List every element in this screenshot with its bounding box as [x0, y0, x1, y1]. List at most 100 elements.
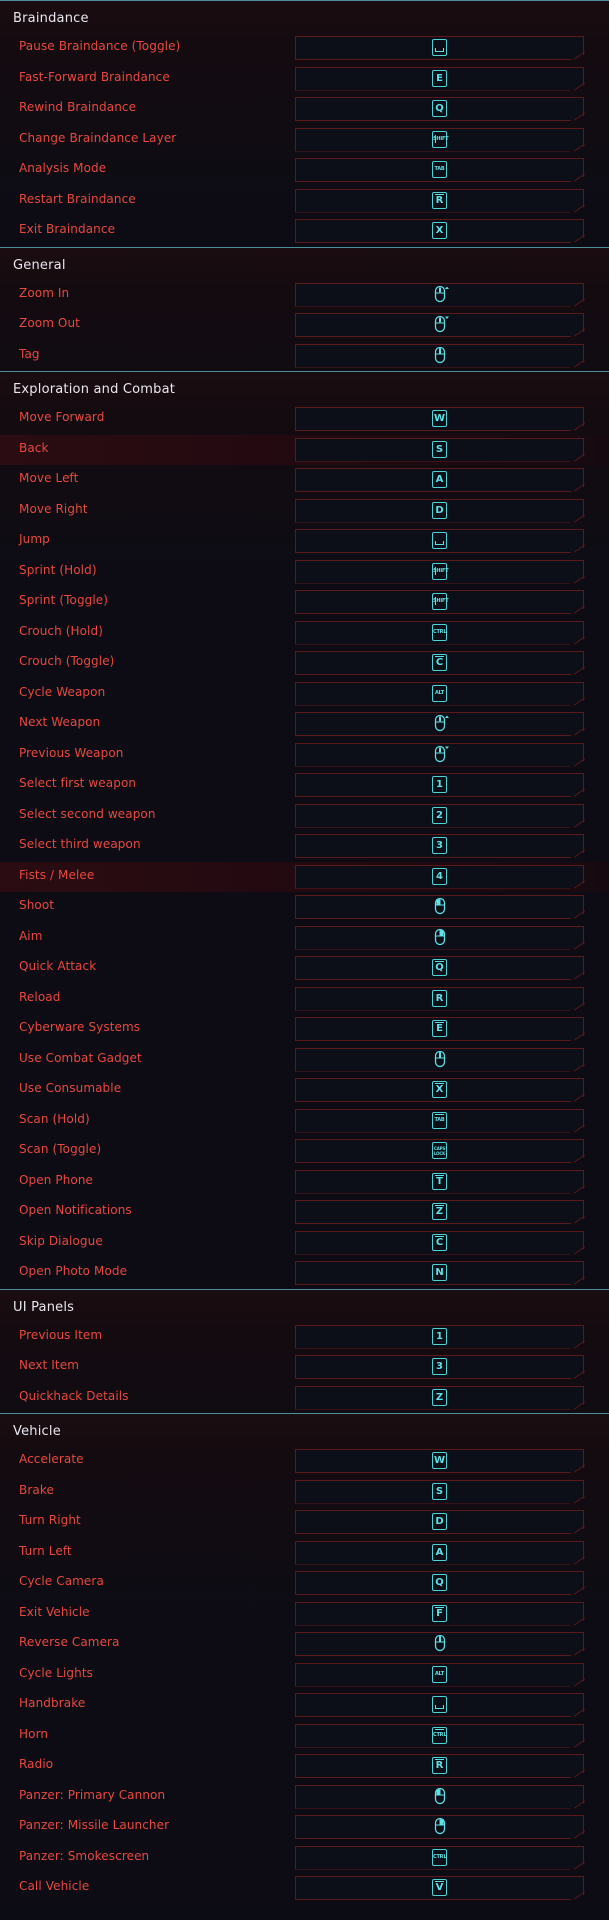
binding-row-move-forward[interactable]: Move Forward W [0, 404, 609, 435]
binding-row-quick-attack[interactable]: Quick Attack Q [0, 953, 609, 984]
binding-row-aim[interactable]: Aim [0, 923, 609, 954]
binding-row-rewind-braindance[interactable]: Rewind Braindance Q [0, 94, 609, 125]
binding-row-turn-left[interactable]: Turn Left A [0, 1538, 609, 1569]
binding-label: Next Weapon [19, 715, 101, 729]
binding-row-skip-dialogue[interactable]: Skip Dialogue C [0, 1228, 609, 1259]
binding-row-select-third-weapon[interactable]: Select third weapon 3 [0, 831, 609, 862]
binding-label: Horn [19, 1726, 49, 1741]
binding-label: Exit Braindance [19, 222, 116, 236]
binding-row-reload[interactable]: Reload R [0, 984, 609, 1015]
mouse-wheel-up-icon [434, 285, 449, 302]
binding-label: Fists / Melee [19, 867, 95, 882]
binding-row-horn[interactable]: Horn CTRL [0, 1721, 609, 1752]
binding-row-exit-braindance[interactable]: Exit Braindance X [0, 216, 609, 247]
binding-row-radio[interactable]: Radio R [0, 1751, 609, 1782]
binding-row-analysis-mode[interactable]: Analysis Mode TAB [0, 155, 609, 186]
binding-row-handbrake[interactable]: Handbrake [0, 1690, 609, 1721]
section-general: General Zoom In Zoom Out Tag [0, 246, 609, 372]
binding-row-zoom-in[interactable]: Zoom In [0, 280, 609, 311]
binding-row-reverse-camera[interactable]: Reverse Camera [0, 1629, 609, 1660]
binding-row-select-first-weapon[interactable]: Select first weapon 1 [0, 770, 609, 801]
binding-row-brake[interactable]: Brake S [0, 1477, 609, 1508]
keycap-icon: W [432, 1452, 447, 1469]
keycap-icon: D [432, 501, 447, 519]
binding-row-pause-braindance-toggle[interactable]: Pause Braindance (Toggle) [0, 33, 609, 64]
binding-row-quickhack-details[interactable]: Quickhack Details Z [0, 1383, 609, 1414]
spacebar-key-icon [432, 39, 447, 56]
section-header: Vehicle [0, 1413, 609, 1446]
binding-label: Zoom Out [19, 316, 80, 330]
binding-label: Open Photo Mode [19, 1264, 128, 1278]
binding-row-cyberware-systems[interactable]: Cyberware Systems E [0, 1014, 609, 1045]
binding-row-panzer-smokescreen[interactable]: Panzer: Smokescreen CTRL [0, 1843, 609, 1874]
mouse-wheel-down-icon [434, 745, 449, 762]
binding-row-panzer-primary-cannon[interactable]: Panzer: Primary Cannon [0, 1782, 609, 1813]
binding-row-change-braindance-layer[interactable]: Change Braindance Layer SHIFT [0, 125, 609, 156]
section-header: Exploration and Combat [0, 371, 609, 404]
binding-label: Sprint (Toggle) [19, 593, 109, 607]
keycap-icon: 1 [432, 1327, 447, 1345]
binding-label: Jump [19, 532, 50, 546]
binding-row-crouch-toggle[interactable]: Crouch (Toggle) C [0, 648, 609, 679]
binding-row-accelerate[interactable]: Accelerate W [0, 1446, 609, 1477]
binding-row-panzer-missile-launcher[interactable]: Panzer: Missile Launcher [0, 1812, 609, 1843]
binding-label: Reverse Camera [19, 1635, 120, 1649]
mouse-left-icon [434, 1787, 446, 1804]
mouse-middle-icon [434, 1050, 446, 1067]
binding-label: Scan (Toggle) [19, 1142, 102, 1156]
binding-row-next-item[interactable]: Next Item 3 [0, 1352, 609, 1383]
keycap-icon: W [432, 410, 447, 427]
section-exploration-and-combat: Exploration and Combat Move Forward W Back S… [0, 371, 609, 1289]
binding-row-open-photo-mode[interactable]: Open Photo Mode N [0, 1258, 609, 1289]
binding-row-use-combat-gadget[interactable]: Use Combat Gadget [0, 1045, 609, 1076]
keycap-icon: CTRL [432, 623, 447, 641]
binding-row-open-notifications[interactable]: Open Notifications Z [0, 1197, 609, 1228]
binding-row-sprint-hold[interactable]: Sprint (Hold) SHIFT [0, 557, 609, 588]
keycap-icon: E [432, 1020, 447, 1037]
binding-label: Radio [19, 1757, 54, 1771]
keycap-icon: 4 [432, 867, 447, 885]
binding-label: Move Forward [19, 410, 105, 424]
mouse-right-icon [434, 928, 446, 945]
binding-row-cycle-lights[interactable]: Cycle Lights ALT [0, 1660, 609, 1691]
binding-row-shoot[interactable]: Shoot [0, 892, 609, 923]
binding-row-restart-braindance[interactable]: Restart Braindance R [0, 186, 609, 217]
spacebar-key-icon [432, 1696, 447, 1713]
binding-row-zoom-out[interactable]: Zoom Out [0, 310, 609, 341]
section-ui-panels: UI Panels Previous Item 1 Next Item 3 Quickha… [0, 1288, 609, 1414]
binding-row-move-right[interactable]: Move Right D [0, 496, 609, 527]
binding-label: Open Phone [19, 1172, 94, 1187]
binding-row-fists-melee[interactable]: Fists / Melee 4 [0, 861, 609, 892]
binding-row-next-weapon[interactable]: Next Weapon [0, 709, 609, 740]
keycap-icon: R [432, 989, 447, 1007]
keycap-icon: Q [432, 1574, 447, 1591]
section-title: Exploration and Combat [13, 382, 176, 397]
section-braindance: Braindance Pause Braindance (Toggle) Fast-… [0, 0, 609, 247]
binding-label: Shoot [19, 898, 55, 912]
binding-row-move-left[interactable]: Move Left A [0, 465, 609, 496]
binding-row-tag[interactable]: Tag [0, 341, 609, 372]
binding-row-select-second-weapon[interactable]: Select second weapon 2 [0, 801, 609, 832]
keycap-icon: C [432, 1233, 447, 1251]
binding-label: Crouch (Hold) [19, 623, 103, 638]
binding-row-jump[interactable]: Jump [0, 526, 609, 557]
binding-row-cycle-weapon[interactable]: Cycle Weapon ALT [0, 679, 609, 710]
keycap-icon: Z [432, 1388, 447, 1406]
binding-row-cycle-camera[interactable]: Cycle Camera Q [0, 1568, 609, 1599]
binding-row-exit-vehicle[interactable]: Exit Vehicle F [0, 1599, 609, 1630]
binding-row-use-consumable[interactable]: Use Consumable X [0, 1075, 609, 1106]
binding-row-turn-right[interactable]: Turn Right D [0, 1507, 609, 1538]
binding-row-scan-toggle[interactable]: Scan (Toggle) CAPS LOCK [0, 1136, 609, 1167]
binding-row-scan-hold[interactable]: Scan (Hold) TAB [0, 1106, 609, 1137]
binding-label: Exit Vehicle [19, 1604, 90, 1619]
binding-row-call-vehicle[interactable]: Call Vehicle V [0, 1873, 609, 1904]
binding-row-crouch-hold[interactable]: Crouch (Hold) CTRL [0, 618, 609, 649]
binding-row-sprint-toggle[interactable]: Sprint (Toggle) SHIFT [0, 587, 609, 618]
binding-row-open-phone[interactable]: Open Phone T [0, 1167, 609, 1198]
binding-row-back[interactable]: Back S [0, 434, 609, 465]
binding-row-previous-item[interactable]: Previous Item 1 [0, 1322, 609, 1353]
section-header: UI Panels [0, 1288, 609, 1322]
keycap-icon: X [432, 1081, 447, 1098]
binding-row-previous-weapon[interactable]: Previous Weapon [0, 740, 609, 771]
binding-row-fast-forward-braindance[interactable]: Fast-Forward Braindance E [0, 64, 609, 95]
